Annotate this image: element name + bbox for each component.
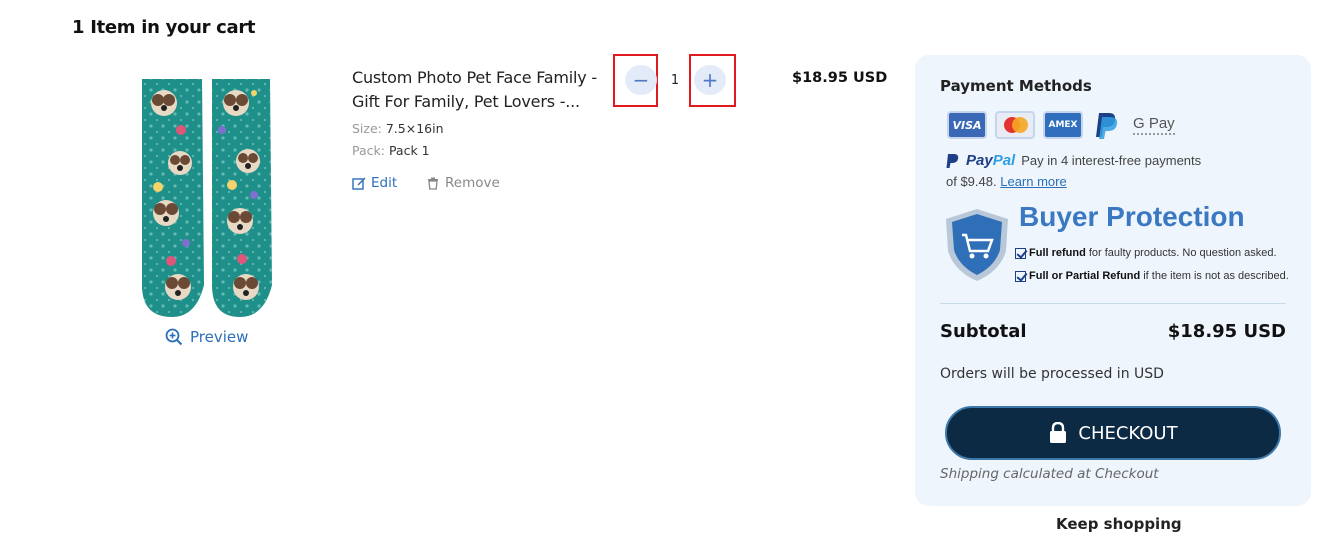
keep-shopping-link[interactable]: Keep shopping (1056, 515, 1182, 533)
summary-divider (940, 303, 1286, 304)
subtotal-value: $18.95 USD (1167, 321, 1286, 342)
amex-icon: AMEX (1043, 111, 1083, 139)
option-size: Size: 7.5×16in (352, 121, 444, 136)
size-value: 7.5×16in (385, 121, 444, 136)
currency-note: Orders will be processed in USD (940, 366, 1164, 382)
order-summary-panel: Payment Methods VISA AMEX G Pay PayPal P… (915, 55, 1311, 506)
pack-value: Pack 1 (388, 143, 430, 158)
checkout-button[interactable]: CHECKOUT (945, 406, 1281, 460)
size-label: Size: (352, 121, 382, 136)
checkout-label: CHECKOUT (1078, 422, 1178, 444)
edit-icon (352, 177, 366, 190)
option-pack: Pack: Pack 1 (352, 143, 430, 158)
lock-icon (1050, 422, 1067, 443)
visa-icon: VISA (947, 111, 987, 139)
paypal-learn-more-link[interactable]: Learn more (1000, 174, 1066, 189)
product-image[interactable] (136, 75, 278, 320)
preview-link[interactable]: Preview (165, 328, 248, 346)
paypal-text-line1: Pay in 4 interest-free payments (1021, 153, 1202, 168)
mastercard-icon (995, 111, 1035, 139)
remove-button[interactable]: Remove (426, 175, 500, 191)
shipping-note: Shipping calculated at Checkout (940, 466, 1159, 482)
cart-heading: 1 Item in your cart (72, 17, 256, 38)
payment-icons: VISA AMEX G Pay (947, 110, 1175, 140)
zoom-in-icon (165, 328, 183, 346)
paypal-icon (1091, 110, 1121, 140)
quantity-increase-button[interactable]: + (694, 65, 726, 95)
edit-button[interactable]: Edit (352, 175, 397, 191)
preview-label: Preview (190, 328, 249, 346)
checkbox-icon (1015, 270, 1026, 282)
edit-label: Edit (371, 175, 398, 191)
subtotal-label: Subtotal (940, 321, 1027, 342)
buyer-protection-line2: Full or Partial Refund if the item is no… (1015, 270, 1289, 282)
remove-label: Remove (445, 175, 500, 191)
paypal-logo: PayPal (966, 152, 1016, 169)
google-pay-icon: G Pay (1133, 115, 1175, 135)
checkbox-icon (1015, 247, 1026, 259)
trash-icon (428, 177, 438, 190)
buyer-protection-line1: Full refund for faulty products. No ques… (1015, 247, 1277, 259)
buyer-protection-title: Buyer Protection (1019, 201, 1245, 232)
pack-label: Pack: (352, 143, 385, 158)
buyer-protection-shield-icon (946, 209, 1008, 281)
paypal-text-line2: of $9.48. Learn more (946, 174, 1067, 189)
quantity-decrease-button[interactable]: − (625, 65, 657, 95)
quantity-input[interactable] (660, 67, 690, 93)
product-title-line2: Gift For Family, Pet Lovers -... (352, 92, 580, 111)
product-title-line1: Custom Photo Pet Face Family - (352, 68, 598, 87)
paypal-pay-later-row: PayPal Pay in 4 interest-free payments (946, 152, 1201, 169)
product-title[interactable]: Custom Photo Pet Face Family - Gift For … (352, 66, 617, 114)
payment-methods-title: Payment Methods (940, 77, 1092, 95)
paypal-small-icon (946, 153, 959, 168)
line-item-price: $18.95 USD (792, 70, 888, 86)
